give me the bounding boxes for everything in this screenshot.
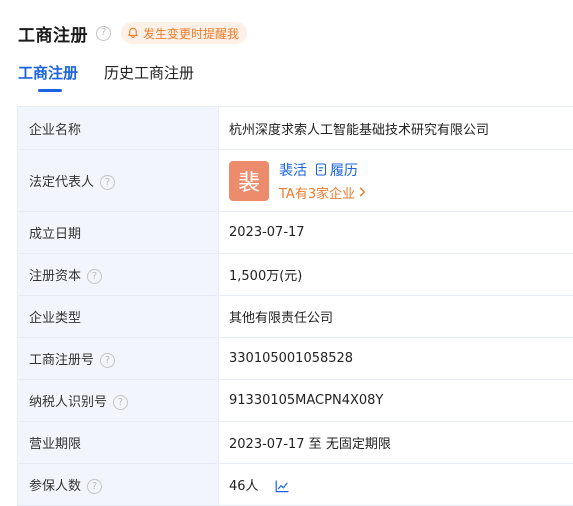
resume-label: 履历: [330, 162, 358, 179]
legal-rep-name-link[interactable]: 裴活: [279, 160, 307, 180]
capital-label: 注册资本: [29, 269, 82, 284]
row-label: 参保人数?: [17, 463, 219, 506]
row-label: 注册资本?: [17, 253, 219, 296]
tax-id-value: 91330105MACPN4X08Y: [218, 379, 573, 422]
row-label: 成立日期: [17, 211, 219, 254]
question-circle-icon[interactable]: ?: [87, 479, 103, 494]
table-row: 法定代表人? 裴 裴活 履历 TA有3家企业: [17, 149, 573, 212]
reg-no-label: 工商注册号: [29, 353, 95, 368]
related-companies-link[interactable]: TA有3家企业: [279, 183, 366, 202]
legal-rep-cell: 裴 裴活 履历 TA有3家企业: [218, 149, 573, 212]
company-name-label: 企业名称: [29, 122, 82, 138]
company-name-value: 杭州深度求索人工智能基础技术研究有限公司: [218, 106, 573, 150]
row-label: 法定代表人?: [17, 149, 219, 212]
founded-value: 2023-07-17: [218, 211, 573, 254]
company-type-label: 企业类型: [29, 311, 82, 326]
row-label: 营业期限: [17, 421, 219, 464]
company-type-value: 其他有限责任公司: [218, 295, 573, 338]
table-row: 参保人数? 46人: [17, 463, 573, 506]
row-label: 企业类型: [17, 295, 219, 338]
row-label: 工商注册号?: [17, 337, 219, 380]
table-row: 成立日期 2023-07-17: [17, 211, 573, 254]
resume-link[interactable]: 履历: [315, 160, 358, 180]
question-circle-icon[interactable]: ?: [100, 353, 116, 368]
reg-no-value: 330105001058528: [218, 337, 573, 380]
section-header: 工商注册 ? 发生变更时提醒我: [18, 21, 248, 46]
question-circle-icon[interactable]: ?: [100, 175, 116, 190]
legal-rep-label: 法定代表人: [29, 175, 95, 190]
section-title: 工商注册: [18, 25, 88, 46]
trend-chart-icon[interactable]: [275, 480, 289, 493]
row-label: 企业名称: [17, 106, 219, 150]
tab-history-registration[interactable]: 历史工商注册: [104, 62, 194, 92]
table-row: 企业名称 杭州深度求索人工智能基础技术研究有限公司: [17, 106, 573, 150]
question-circle-icon[interactable]: ?: [87, 269, 103, 284]
legal-rep-info: 裴活 履历 TA有3家企业: [279, 160, 366, 202]
tab-bar: 工商注册 历史工商注册: [18, 62, 194, 92]
bell-icon: [128, 27, 138, 39]
change-notify-label: 发生变更时提醒我: [143, 26, 240, 41]
legal-rep-top: 裴活 履历: [279, 160, 366, 180]
document-icon: [315, 163, 327, 176]
registration-table: 企业名称 杭州深度求索人工智能基础技术研究有限公司 法定代表人? 裴 裴活 履历…: [17, 106, 573, 506]
table-row: 纳税人识别号? 91330105MACPN4X08Y: [17, 379, 573, 422]
row-label: 纳税人识别号?: [17, 379, 219, 422]
insured-label: 参保人数: [29, 479, 82, 494]
table-row: 企业类型 其他有限责任公司: [17, 295, 573, 338]
tab-business-registration[interactable]: 工商注册: [18, 62, 78, 92]
business-term-label: 营业期限: [29, 437, 82, 452]
question-circle-icon[interactable]: ?: [113, 395, 129, 410]
change-notify-button[interactable]: 发生变更时提醒我: [121, 22, 248, 44]
chevron-right-icon: [359, 187, 366, 197]
table-row: 营业期限 2023-07-17 至 无固定期限: [17, 421, 573, 464]
business-term-value: 2023-07-17 至 无固定期限: [218, 421, 573, 464]
founded-label: 成立日期: [29, 227, 82, 242]
legal-rep-block: 裴 裴活 履历 TA有3家企业: [229, 160, 573, 202]
capital-value: 1,500万(元): [218, 253, 573, 296]
table-row: 工商注册号? 330105001058528: [17, 337, 573, 380]
related-companies-label: TA有3家企业: [279, 186, 356, 202]
table-row: 注册资本? 1,500万(元): [17, 253, 573, 296]
insured-value: 46人: [229, 479, 259, 494]
question-circle-icon[interactable]: ?: [96, 25, 111, 41]
tax-id-label: 纳税人识别号: [29, 395, 108, 410]
avatar[interactable]: 裴: [229, 160, 269, 201]
insured-cell: 46人: [218, 463, 573, 506]
